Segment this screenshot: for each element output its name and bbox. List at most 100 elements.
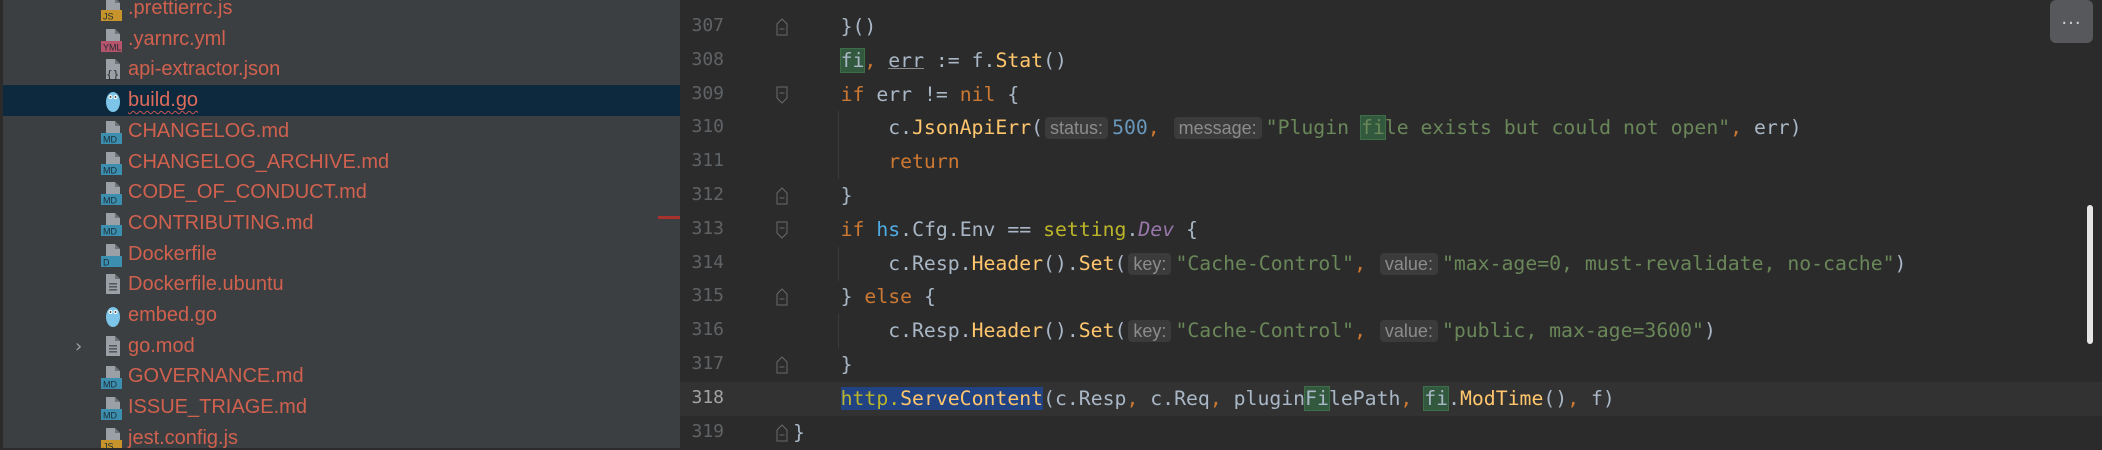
tree-item[interactable]: MD CODE_OF_CONDUCT.md	[3, 177, 680, 208]
svg-text:JS: JS	[103, 441, 114, 448]
tree-item-label: .prettierrc.js	[128, 0, 233, 19]
tree-item-label: CONTRIBUTING.md	[128, 211, 314, 234]
line-number: 317	[691, 353, 724, 374]
line-number: 309	[691, 82, 724, 104]
code-token: ModTime	[1459, 386, 1544, 410]
fold-end-icon[interactable]	[776, 187, 788, 205]
code-token: "public, max-age=3600"	[1441, 319, 1704, 343]
chevron-right-icon[interactable]: ›	[75, 336, 82, 357]
tree-item[interactable]: YML .yarnrc.yml	[3, 24, 680, 55]
code-token: Dev	[1138, 217, 1175, 241]
code-line[interactable]: 310 c.JsonApiErr(status: 500, message: "Plu…	[680, 111, 2102, 146]
code-token: if	[840, 217, 865, 241]
svg-text:MD: MD	[103, 380, 117, 390]
tree-item[interactable]: {} api-extractor.json	[3, 54, 680, 85]
tree-item[interactable]: embed.go	[3, 300, 680, 331]
code-text: }()	[841, 14, 877, 40]
markdown-file-icon: MD	[100, 395, 126, 421]
code-token: Header	[971, 319, 1044, 343]
code-token: setting	[1043, 217, 1127, 241]
code-token: JsonApiErr	[912, 116, 1032, 140]
code-token: else	[864, 285, 913, 309]
code-line[interactable]: 315} else {	[680, 280, 2102, 314]
code-token: ().	[1043, 251, 1079, 275]
markdown-file-icon: MD	[100, 180, 126, 206]
fold-collapse-icon[interactable]	[776, 86, 788, 104]
tree-item-label: GOVERNANCE.md	[128, 365, 304, 388]
code-token: (c.Resp	[1043, 386, 1127, 410]
tree-item-label: go.mod	[128, 334, 195, 357]
code-token: c.	[888, 116, 913, 140]
code-line[interactable]: 317}	[680, 348, 2102, 382]
code-line[interactable]: 313 if hs.Cfg.Env == setting.Dev {	[680, 213, 2102, 247]
fold-collapse-icon[interactable]	[776, 221, 788, 239]
code-token: Fi	[1304, 385, 1330, 411]
go-gopher-icon	[100, 303, 126, 329]
code-line[interactable]: 314 c.Resp.Header().Set(key: "Cache-Contro…	[680, 246, 2102, 281]
line-number: 312	[691, 184, 724, 205]
json-file-icon: {}	[100, 57, 126, 83]
tree-item-label: CODE_OF_CONDUCT.md	[128, 181, 367, 204]
code-text: if err != nil {	[841, 82, 1020, 108]
code-line[interactable]: 311 return	[680, 145, 2102, 180]
docker-file-icon: D	[100, 242, 126, 268]
tree-item[interactable]: MD ISSUE_TRIAGE.md	[3, 392, 680, 423]
code-text: return	[888, 149, 959, 175]
tree-item-label: Dockerfile	[128, 242, 217, 265]
svg-text:MD: MD	[103, 226, 117, 236]
tree-item[interactable]: JS jest.config.js	[3, 423, 680, 448]
indent-guide	[838, 111, 839, 146]
code-line[interactable]: 316 c.Resp.Header().Set(key: "Cache-Contro…	[680, 314, 2102, 349]
line-number: 311	[691, 150, 724, 172]
code-token: le exists but could not open"	[1384, 116, 1731, 140]
code-editor[interactable]: 307}() 308 fi, err := f.Stat() 309 if err !=…	[680, 0, 2102, 448]
code-token: )	[1894, 251, 1907, 275]
code-token: "Cache-Control"	[1175, 251, 1355, 275]
code-token: ,	[1730, 116, 1754, 140]
code-text: }	[793, 420, 805, 446]
tree-item[interactable]: MD GOVERNANCE.md	[3, 361, 680, 392]
tree-item[interactable]: MD CHANGELOG.md	[3, 116, 680, 147]
code-token: (	[1031, 116, 1044, 140]
fold-end-icon[interactable]	[776, 356, 788, 374]
tree-item[interactable]: D Dockerfile	[3, 239, 680, 270]
tree-item-label: Dockerfile.ubuntu	[128, 273, 284, 296]
tree-item[interactable]: Dockerfile.ubuntu	[3, 269, 680, 300]
tree-item-label: CHANGELOG.md	[128, 119, 290, 142]
fold-end-icon[interactable]	[776, 18, 788, 36]
code-token: ,	[1354, 319, 1378, 343]
code-line[interactable]: 308 fi, err := f.Stat()	[680, 44, 2102, 78]
code-token: }	[840, 285, 865, 309]
yaml-file-icon: YML	[100, 27, 126, 53]
tree-item[interactable]: › go.mod	[3, 331, 680, 362]
code-line[interactable]: 307}()	[680, 10, 2102, 44]
code-line[interactable]: 319}	[680, 416, 2102, 450]
code-token: .	[1448, 386, 1460, 410]
project-tree: JS .prettierrc.js YML .yarnrc.yml {} api-extr…	[0, 0, 680, 448]
code-token: }	[840, 184, 853, 207]
line-number: 319	[691, 420, 724, 442]
code-text: if hs.Cfg.Env == setting.Dev {	[841, 217, 1198, 243]
code-token: ,	[1567, 386, 1592, 410]
editor-scrollbar[interactable]	[2087, 205, 2093, 344]
fold-end-icon[interactable]	[776, 288, 788, 306]
code-token: (	[1114, 319, 1127, 343]
code-token: lePath	[1328, 386, 1401, 410]
code-token: {	[995, 82, 1020, 106]
code-line[interactable]: 309 if err != nil {	[680, 78, 2102, 112]
more-options-button[interactable]: ...	[2050, 0, 2093, 43]
tree-item[interactable]: JS .prettierrc.js	[3, 0, 680, 24]
code-line[interactable]: 318 http.ServeContent(c.Resp, c.Req, plug…	[680, 381, 2102, 416]
code-text: fi, err := f.Stat()	[839, 47, 1067, 74]
code-token: ,	[1354, 251, 1378, 275]
tree-item[interactable]: build.go	[3, 85, 680, 117]
code-token: hs	[876, 217, 901, 241]
tree-item[interactable]: MD CHANGELOG_ARCHIVE.md	[3, 147, 680, 178]
code-token: )	[1703, 319, 1716, 343]
code-token: Set	[1078, 251, 1115, 275]
code-token: err	[888, 48, 924, 72]
code-text: }	[841, 183, 853, 209]
tree-item[interactable]: MD CONTRIBUTING.md	[3, 208, 680, 239]
fold-end-icon[interactable]	[776, 423, 788, 442]
code-line[interactable]: 312}	[680, 179, 2102, 213]
